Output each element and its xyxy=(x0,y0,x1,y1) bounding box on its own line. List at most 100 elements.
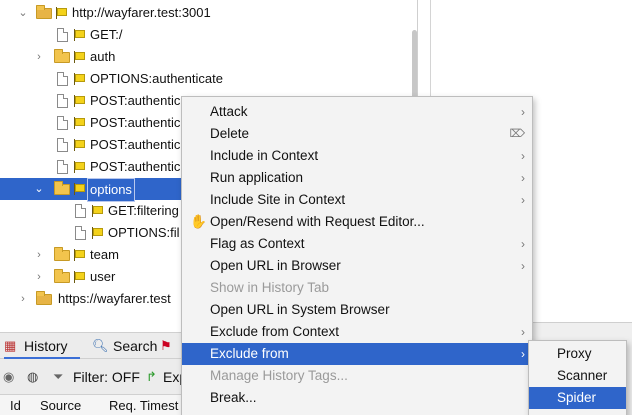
flag-icon xyxy=(73,160,85,174)
page-icon xyxy=(57,72,68,86)
chevron-right-icon: › xyxy=(521,105,525,119)
submenu-item-spider[interactable]: Spider xyxy=(529,387,626,409)
flag-icon xyxy=(73,182,85,196)
page-icon xyxy=(57,116,68,130)
menu-item-exclude-from-context[interactable]: Exclude from Context › xyxy=(182,321,532,343)
menu-item-label: Run application xyxy=(210,170,304,185)
flag-icon xyxy=(91,226,103,240)
tree-node-root[interactable]: ⌄ http://wayfarer.test:3001 xyxy=(0,2,417,24)
flag-icon xyxy=(73,270,85,284)
flag-icon xyxy=(73,72,85,86)
menu-item-label: Delete xyxy=(210,126,250,141)
submenu-item-label: Proxy xyxy=(557,346,592,361)
hand-icon: ✋ xyxy=(190,214,207,229)
menu-item-open-resend[interactable]: ✋ Open/Resend with Request Editor... xyxy=(182,211,532,233)
menu-item-include-site-in-context[interactable]: Include Site in Context › xyxy=(182,189,532,211)
menu-item-label: Attack xyxy=(210,104,248,119)
menu-item-open-url-in-browser[interactable]: Open URL in Browser › xyxy=(182,255,532,277)
tree-node-label[interactable]: options xyxy=(87,178,135,202)
scope-icon[interactable]: ◉ xyxy=(3,369,14,385)
menu-item-label: Include Site in Context xyxy=(210,192,346,207)
page-icon xyxy=(57,160,68,174)
menu-item-manage-history-tags: Manage History Tags... xyxy=(182,365,532,387)
submenu-item-label: Spider xyxy=(557,390,597,405)
tree-node-label: user xyxy=(90,269,116,284)
folder-icon xyxy=(54,181,70,195)
chevron-right-icon: › xyxy=(521,193,525,207)
globe-icon[interactable]: ◍ xyxy=(27,369,38,385)
tree-node-label: POST:authentic xyxy=(90,93,181,108)
tree-node-label: GET:/ xyxy=(90,27,123,42)
chevron-right-icon: › xyxy=(521,149,525,163)
chevron-right-icon: › xyxy=(521,325,525,339)
tree-node-label: GET:filtering xyxy=(108,203,179,218)
flag-icon xyxy=(73,50,85,64)
menu-item-label: Break... xyxy=(210,390,257,405)
context-menu: Attack › Delete ⌦ Include in Context › R… xyxy=(181,96,533,415)
submenu-item-scanner[interactable]: Scanner xyxy=(529,365,626,387)
tree-node-label: http://wayfarer.test:3001 xyxy=(72,5,211,20)
tree-node-label: auth xyxy=(90,49,116,64)
flag-icon xyxy=(73,28,85,42)
tab-history[interactable]: ▦ History xyxy=(4,333,80,359)
filter-status[interactable]: Filter: OFF xyxy=(73,369,140,385)
menu-item-break[interactable]: Break... xyxy=(182,387,532,409)
menu-item-run-application[interactable]: Run application › xyxy=(182,167,532,189)
chevron-right-icon: › xyxy=(521,171,525,185)
tab-alerts[interactable]: ⚑ xyxy=(160,333,180,359)
tree-node-label: POST:authentic xyxy=(90,115,181,130)
filter-icon[interactable]: ⏷ xyxy=(53,369,63,385)
tree-node[interactable]: OPTIONS:authenticate xyxy=(0,68,417,90)
menu-item-label: Show in History Tab xyxy=(210,280,330,295)
exclude-from-submenu: Proxy Scanner Spider xyxy=(528,340,627,415)
page-icon xyxy=(75,204,86,218)
chevron-down-icon[interactable]: ⌄ xyxy=(34,178,44,200)
tree-node-label: OPTIONS:authenticate xyxy=(90,71,223,86)
lock-folder-icon xyxy=(36,291,52,305)
chevron-right-icon[interactable]: › xyxy=(34,244,44,266)
flag-icon xyxy=(73,116,85,130)
chevron-down-icon[interactable]: ⌄ xyxy=(18,2,28,24)
column-header-source[interactable]: Source xyxy=(40,398,81,413)
menu-item-label: Flag as Context xyxy=(210,236,305,251)
menu-item-label: Include in Context xyxy=(210,148,319,163)
chevron-right-icon[interactable]: › xyxy=(34,46,44,68)
column-header-id[interactable]: Id xyxy=(10,398,21,413)
page-icon xyxy=(57,28,68,42)
column-header-timestamp[interactable]: Req. Timest xyxy=(109,398,178,413)
tree-node-label: OPTIONS:fil xyxy=(108,225,180,240)
calendar-icon: ▦ xyxy=(4,338,17,353)
folder-icon xyxy=(54,269,70,283)
tree-node[interactable]: GET:/ xyxy=(0,24,417,46)
flag-icon xyxy=(73,94,85,108)
chevron-right-icon[interactable]: › xyxy=(18,288,28,310)
tree-node[interactable]: › auth xyxy=(0,46,417,68)
menu-item-label: Manage History Tags... xyxy=(210,368,348,383)
menu-item-delete[interactable]: Delete ⌦ xyxy=(182,123,532,145)
menu-item-include-in-context[interactable]: Include in Context › xyxy=(182,145,532,167)
flag-icon xyxy=(73,138,85,152)
submenu-item-label: Scanner xyxy=(557,368,608,383)
menu-item-attack[interactable]: Attack › xyxy=(182,101,532,123)
tree-node-label: team xyxy=(90,247,119,262)
menu-item-exclude-from[interactable]: Exclude from › xyxy=(182,343,532,365)
page-icon xyxy=(75,226,86,240)
flag-icon xyxy=(73,248,85,262)
menu-item-label: Open URL in Browser xyxy=(210,258,341,273)
submenu-item-proxy[interactable]: Proxy xyxy=(529,343,626,365)
page-icon xyxy=(57,138,68,152)
tab-label: Search xyxy=(113,338,158,354)
chevron-right-icon: › xyxy=(521,237,525,251)
menu-item-flag-as-context[interactable]: Flag as Context › xyxy=(182,233,532,255)
flag-icon xyxy=(55,6,67,20)
flag-icon xyxy=(91,204,103,218)
tab-search[interactable]: 🔍︎ Search xyxy=(92,333,162,359)
folder-icon xyxy=(54,247,70,261)
page-icon xyxy=(57,94,68,108)
export-icon[interactable]: ↱ xyxy=(146,369,157,385)
chevron-right-icon[interactable]: › xyxy=(34,266,44,288)
tree-node-label: POST:authentic xyxy=(90,159,181,174)
menu-item-open-url-in-system-browser[interactable]: Open URL in System Browser xyxy=(182,299,532,321)
menu-item-label: Open/Resend with Request Editor... xyxy=(210,214,425,229)
menu-item-label: Exclude from Context xyxy=(210,324,340,339)
